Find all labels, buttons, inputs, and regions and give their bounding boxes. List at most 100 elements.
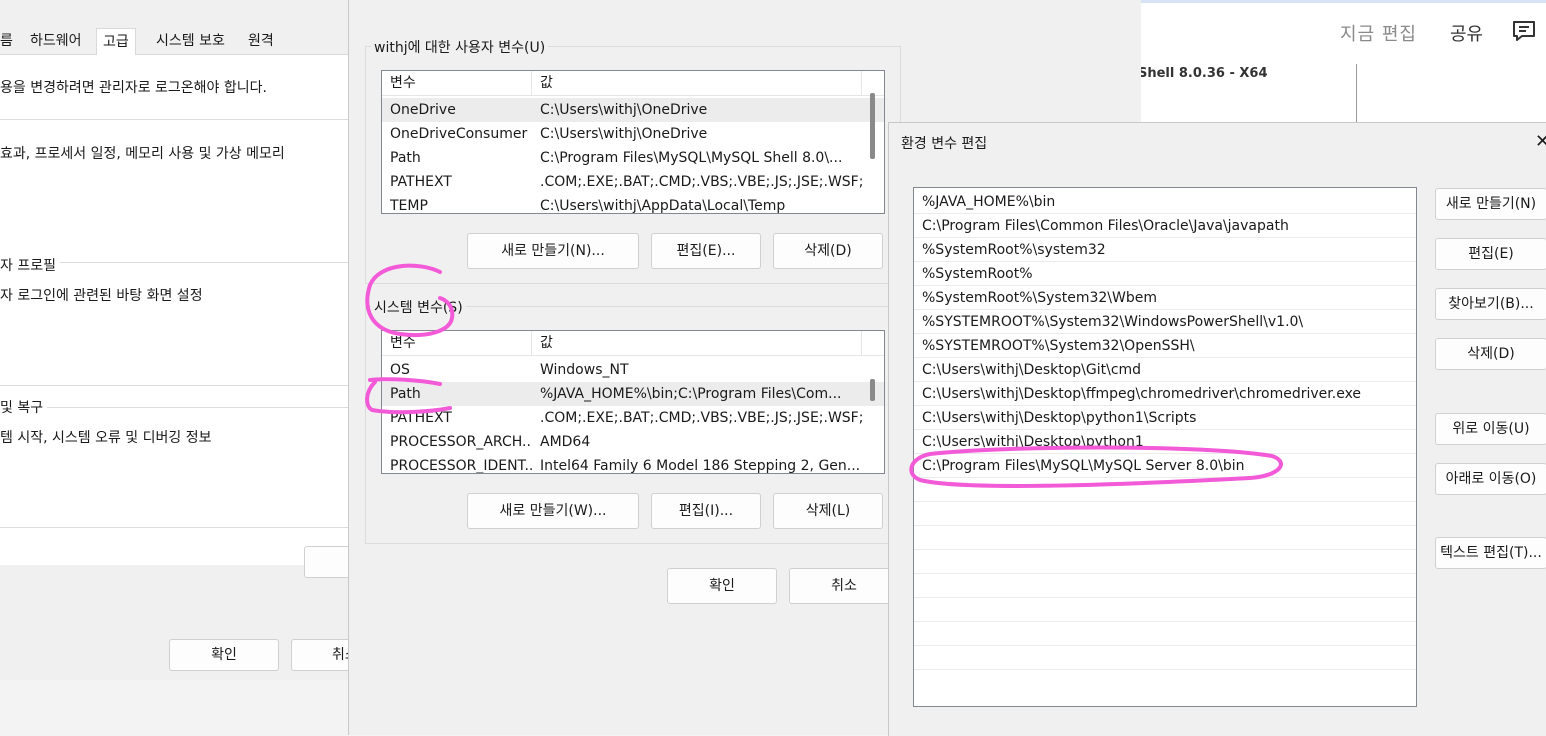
dialog-title: 환경 변수 편집 (901, 136, 988, 152)
variable-name: PATHEXT (390, 410, 452, 426)
system-delete-button[interactable]: 삭제(L) (773, 493, 883, 529)
close-icon[interactable]: ✕ (1535, 131, 1546, 152)
list-item[interactable]: C:\Program Files\Common Files\Oracle\Jav… (914, 214, 1416, 238)
variable-name: TEMP (390, 198, 428, 214)
variable-name: Path (390, 150, 421, 166)
list-item-empty[interactable] (914, 646, 1416, 670)
divider (0, 407, 350, 408)
column-variable[interactable]: 변수 (382, 331, 532, 355)
ok-button[interactable]: 확인 (667, 568, 777, 604)
move-up-button[interactable]: 위로 이동(U) (1435, 413, 1546, 445)
divider (0, 527, 350, 528)
variable-name: Path (390, 386, 421, 402)
variable-value: %JAVA_HOME%\bin;C:\Program Files\Com... (540, 386, 842, 402)
column-value[interactable]: 값 (532, 331, 862, 355)
edit-now-button[interactable]: 지금 편집 (1340, 20, 1417, 46)
table-row-selected[interactable]: Path %JAVA_HOME%\bin;C:\Program Files\Co… (382, 382, 884, 406)
system-edit-button[interactable]: 편집(I)... (651, 493, 761, 529)
user-delete-button[interactable]: 삭제(D) (773, 233, 883, 269)
table-row[interactable]: PROCESSOR_IDENT... Intel64 Family 6 Mode… (382, 454, 884, 474)
list-item[interactable]: %SystemRoot% (914, 262, 1416, 286)
user-profile-heading: 자 프로필 (0, 255, 60, 275)
scrollbar-thumb[interactable] (870, 379, 875, 401)
tab-hardware[interactable]: 하드웨어 (30, 28, 82, 54)
delete-path-button[interactable]: 삭제(D) (1435, 338, 1546, 370)
variable-value: Windows_NT (540, 362, 629, 378)
variable-value: C:\Users\withj\OneDrive (540, 102, 708, 118)
table-row[interactable]: OneDrive C:\Users\withj\OneDrive (382, 98, 884, 122)
table-row[interactable]: TEMP C:\Users\withj\AppData\Local\Temp (382, 194, 884, 214)
variable-name: OneDriveConsumer (390, 126, 528, 142)
table-row[interactable]: OS Windows_NT (382, 358, 884, 382)
divider (0, 385, 350, 386)
list-item[interactable]: %SystemRoot%\System32\Wbem (914, 286, 1416, 310)
ok-button[interactable]: 확인 (169, 639, 279, 671)
environment-variables-button[interactable] (304, 546, 352, 578)
list-item[interactable]: %SYSTEMROOT%\System32\OpenSSH\ (914, 334, 1416, 358)
variable-value: C:\Program Files\MySQL\MySQL Shell 8.0\.… (540, 150, 843, 166)
user-variables-list[interactable]: 변수 값 OneDrive C:\Users\withj\OneDrive On… (381, 70, 885, 214)
user-edit-button[interactable]: 편집(E)... (651, 233, 761, 269)
user-variables-label: withj에 대한 사용자 변수(U) (371, 37, 549, 57)
system-variables-label: 시스템 변수(S) (371, 297, 466, 317)
list-item-empty[interactable] (914, 622, 1416, 646)
divider (1356, 64, 1357, 124)
list-item-empty[interactable] (914, 550, 1416, 574)
list-item-empty[interactable] (914, 478, 1416, 502)
share-button[interactable]: 공유 (1450, 20, 1483, 46)
variable-value: .COM;.EXE;.BAT;.CMD;.VBS;.VBE;.JS;.JSE;.… (540, 410, 862, 426)
table-row[interactable]: PROCESSOR_ARCH... AMD64 (382, 430, 884, 454)
variable-value: C:\Users\withj\AppData\Local\Temp (540, 198, 786, 214)
path-entries-list[interactable]: %JAVA_HOME%\bin C:\Program Files\Common … (913, 187, 1417, 707)
tab-computer-name[interactable]: 름 (0, 28, 13, 54)
list-item[interactable]: %SYSTEMROOT%\System32\WindowsPowerShell\… (914, 310, 1416, 334)
list-item-empty[interactable] (914, 526, 1416, 550)
table-row[interactable]: PATHEXT .COM;.EXE;.BAT;.CMD;.VBS;.VBE;.J… (382, 170, 884, 194)
comment-icon[interactable] (1512, 20, 1536, 42)
variable-value: AMD64 (540, 434, 591, 450)
system-variables-list[interactable]: 변수 값 OS Windows_NT Path %JAVA_HOME%\bin;… (381, 330, 885, 474)
list-item[interactable]: %SystemRoot%\system32 (914, 238, 1416, 262)
variable-value: .COM;.EXE;.BAT;.CMD;.VBS;.VBE;.JS;.JSE;.… (540, 174, 862, 190)
variable-name: OneDrive (390, 102, 456, 118)
list-item-empty[interactable] (914, 502, 1416, 526)
variable-value: Intel64 Family 6 Model 186 Stepping 2, G… (540, 458, 861, 474)
performance-description: 효과, 프로세서 일정, 메모리 사용 및 가상 메모리 (0, 146, 285, 162)
scrollbar-thumb[interactable] (870, 93, 875, 159)
list-item[interactable]: C:\Users\withj\Desktop\python1 (914, 430, 1416, 454)
edit-path-button[interactable]: 편집(E) (1435, 238, 1546, 270)
list-item-empty[interactable] (914, 574, 1416, 598)
startup-recovery-heading: 및 복구 (0, 397, 48, 417)
column-value[interactable]: 값 (532, 71, 862, 95)
list-item-empty[interactable] (914, 598, 1416, 622)
tab-advanced[interactable]: 고급 (96, 28, 136, 56)
edit-environment-variable-dialog: 환경 변수 편집 ✕ %JAVA_HOME%\bin C:\Program Fi… (888, 122, 1546, 736)
table-row[interactable]: PATHEXT .COM;.EXE;.BAT;.CMD;.VBS;.VBE;.J… (382, 406, 884, 430)
startup-recovery-description: 템 시작, 시스템 오류 및 디버깅 정보 (0, 430, 212, 446)
edit-text-button[interactable]: 텍스트 편집(T)... (1435, 537, 1546, 569)
dialog-button-bar: 확인 취소 (0, 620, 401, 680)
column-variable[interactable]: 변수 (382, 71, 532, 95)
user-profile-description: 자 로그인에 관련된 바탕 화면 설정 (0, 288, 203, 304)
system-new-button[interactable]: 새로 만들기(W)... (467, 493, 639, 529)
list-header: 변수 값 (382, 331, 884, 356)
tab-system-protection[interactable]: 시스템 보호 (156, 28, 225, 54)
table-row[interactable]: Path C:\Program Files\MySQL\MySQL Shell … (382, 146, 884, 170)
tab-remote[interactable]: 원격 (248, 28, 274, 54)
user-new-button[interactable]: 새로 만들기(N)... (467, 233, 639, 269)
window-top-border (1138, 0, 1546, 3)
new-path-button[interactable]: 새로 만들기(N) (1435, 188, 1546, 220)
divider (0, 119, 350, 120)
list-item[interactable]: C:\Users\withj\Desktop\ffmpeg\chromedriv… (914, 382, 1416, 406)
variable-name: OS (390, 362, 410, 378)
list-item[interactable]: C:\Program Files\MySQL\MySQL Server 8.0\… (914, 454, 1416, 478)
browse-button[interactable]: 찾아보기(B)... (1435, 288, 1546, 320)
admin-note: 용을 변경하려면 관리자로 로그온해야 합니다. (0, 80, 267, 96)
table-row[interactable]: OneDriveConsumer C:\Users\withj\OneDrive (382, 122, 884, 146)
variable-name: PATHEXT (390, 174, 452, 190)
move-down-button[interactable]: 아래로 이동(O) (1435, 463, 1546, 495)
list-item[interactable]: %JAVA_HOME%\bin (914, 190, 1416, 214)
list-item[interactable]: C:\Users\withj\Desktop\python1\Scripts (914, 406, 1416, 430)
list-item[interactable]: C:\Users\withj\Desktop\Git\cmd (914, 358, 1416, 382)
cancel-button[interactable]: 취소 (789, 568, 899, 604)
